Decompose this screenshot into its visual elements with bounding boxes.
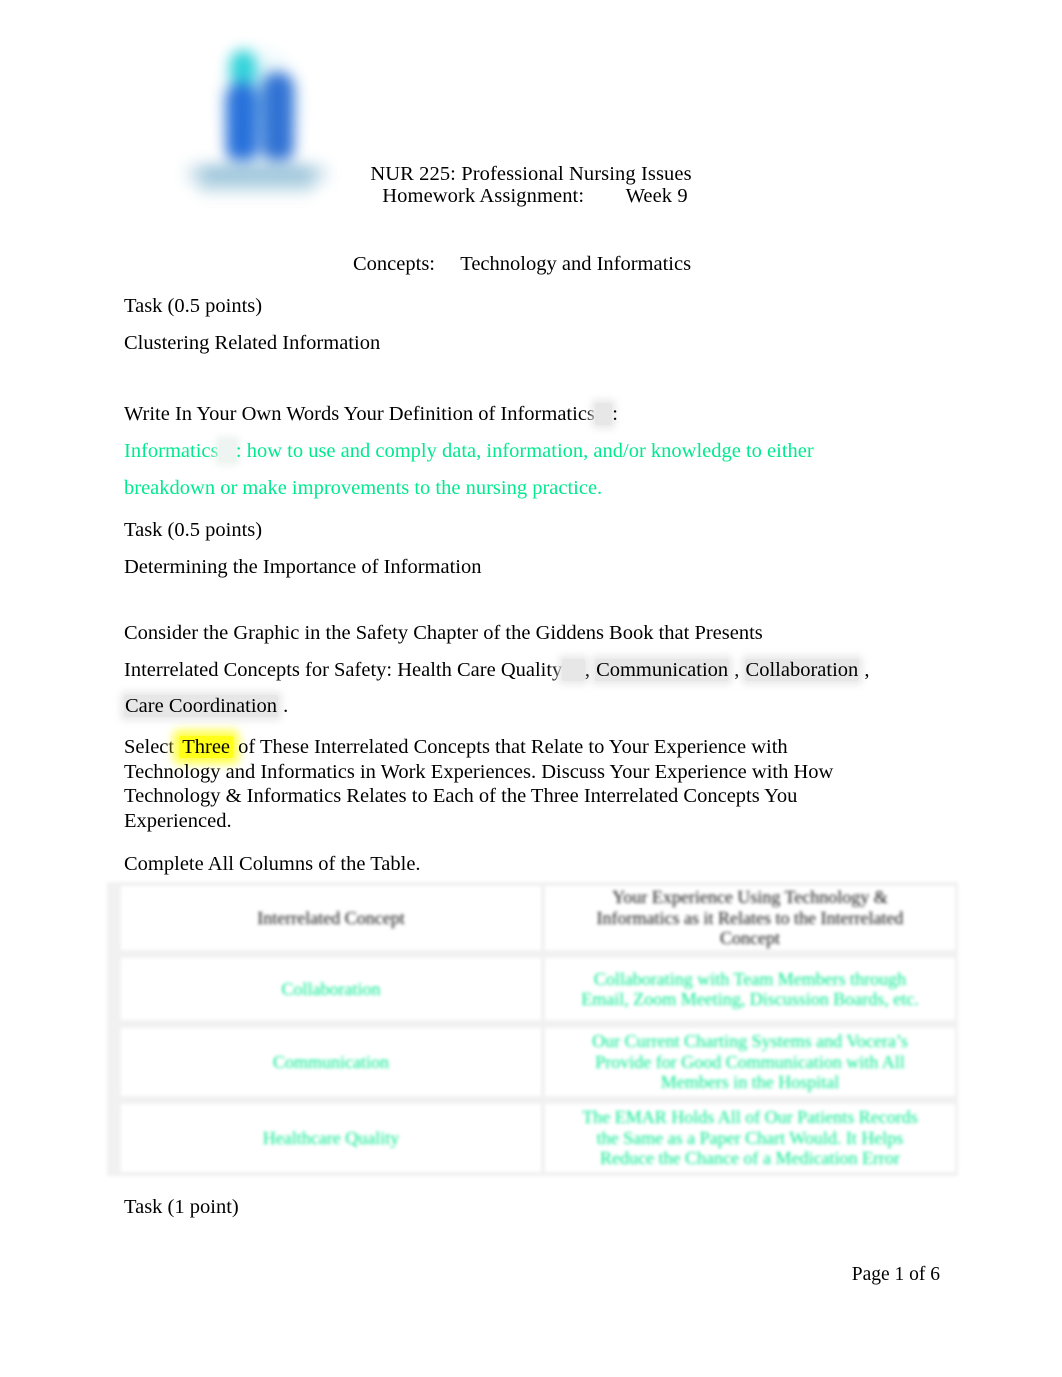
consider-line-2: Interrelated Concepts for Safety: Health…: [124, 659, 870, 681]
table-cell-experience-line-2: Email, Zoom Meeting, Discussion Boards, …: [581, 989, 919, 1009]
section-heading-1: Clustering Related Information: [124, 332, 381, 354]
select-instruction: Select Three of These Interrelated Conce…: [124, 735, 864, 833]
definition-answer: Informatics : how to use and comply data…: [124, 433, 824, 507]
consider-line-1: Consider the Graphic in the Safety Chapt…: [124, 622, 763, 644]
table-header-concept: Interrelated Concept: [121, 886, 541, 950]
table-row: Collaboration Collaborating with Team Me…: [107, 954, 958, 1024]
table-cell-experience-line-1: Our Current Charting Systems and Vocera’…: [592, 1031, 908, 1052]
table-cell-experience-line-3: Reduce the Chance of a Medication Error: [600, 1148, 900, 1169]
section-heading-2: Determining the Importance of Informatio…: [124, 556, 482, 578]
consider-artifact-1: [562, 659, 585, 681]
table-header-row: Interrelated Concept Your Experience Usi…: [107, 882, 958, 954]
consider-concept-2: Communication: [595, 659, 730, 681]
document-page: NUR 225: Professional Nursing Issues Hom…: [0, 0, 1062, 1377]
definition-prompt-colon: :: [612, 403, 618, 425]
concepts-line: Concepts: Technology and Informatics: [353, 253, 692, 275]
select-count-highlight: Three: [179, 736, 234, 758]
table-cell-experience: The EMAR Holds All of Our Patients Recor…: [545, 1104, 955, 1172]
logo-cyan-shape: [230, 50, 256, 84]
table-cell-concept: Healthcare Quality: [121, 1104, 541, 1172]
logo-blue-bar-left: [226, 82, 258, 160]
consider-line-3: Care Coordination .: [124, 695, 289, 717]
consider-concept-1: Interrelated Concepts for Safety: Health…: [124, 659, 563, 681]
table-header-experience-line-2: Informatics as it Relates to the Interre…: [596, 907, 904, 928]
table-header-experience-line-3: Concept: [719, 928, 780, 949]
consider-concept-3: Collaboration: [744, 659, 860, 681]
table-cell-concept: Collaboration: [121, 958, 541, 1020]
definition-answer-term: Informatics: [124, 440, 219, 462]
consider-concept-4: Care Coordination: [124, 695, 279, 717]
table-cell-experience: Our Current Charting Systems and Vocera’…: [545, 1028, 955, 1096]
assignment-title: Homework Assignment: Week 9: [382, 185, 688, 207]
definition-prompt-text: Write In Your Own Words Your Definition …: [124, 403, 595, 425]
table-cell-experience: Collaborating with Team Members through …: [545, 958, 955, 1020]
table-cell-experience-line-3: Members in the Hospital: [660, 1072, 840, 1093]
page-indicator: Page 1 of 6: [851, 1264, 940, 1285]
definition-prompt: Write In Your Own Words Your Definition …: [124, 396, 618, 433]
course-title: NUR 225: Professional Nursing Issues: [370, 163, 692, 185]
task-label-1: Task (0.5 points): [124, 295, 263, 317]
select-instruction-prefix: Select: [124, 736, 175, 758]
complete-instruction: Complete All Columns of the Table.: [124, 853, 421, 875]
task-label-2: Task (0.5 points): [124, 519, 263, 541]
table-row: Healthcare Quality The EMAR Holds All of…: [107, 1100, 958, 1176]
interrelated-concept-table: Interrelated Concept Your Experience Usi…: [107, 882, 958, 1176]
table-cell-concept: Communication: [121, 1028, 541, 1096]
table-header-experience-line-1: Your Experience Using Technology &: [612, 887, 888, 908]
definition-answer-artifact: [218, 440, 236, 462]
definition-prompt-artifact: [594, 403, 613, 425]
table-cell-experience-line-1: Collaborating with Team Members through: [593, 968, 907, 989]
table-row: Communication Our Current Charting Syste…: [107, 1024, 958, 1100]
table-header-experience: Your Experience Using Technology & Infor…: [545, 886, 955, 950]
table-cell-experience-line-1: The EMAR Holds All of Our Patients Recor…: [582, 1107, 918, 1128]
table-cell-experience-line-2: Provide for Good Communication with All: [595, 1051, 905, 1072]
document-header: NUR 225: Professional Nursing Issues Hom…: [0, 163, 1062, 207]
table-cell-experience-line-2: the Same as a Paper Chart Would. It Help…: [596, 1127, 904, 1148]
task-label-3: Task (1 point): [124, 1196, 239, 1218]
logo-blue-bar-right: [262, 72, 294, 160]
